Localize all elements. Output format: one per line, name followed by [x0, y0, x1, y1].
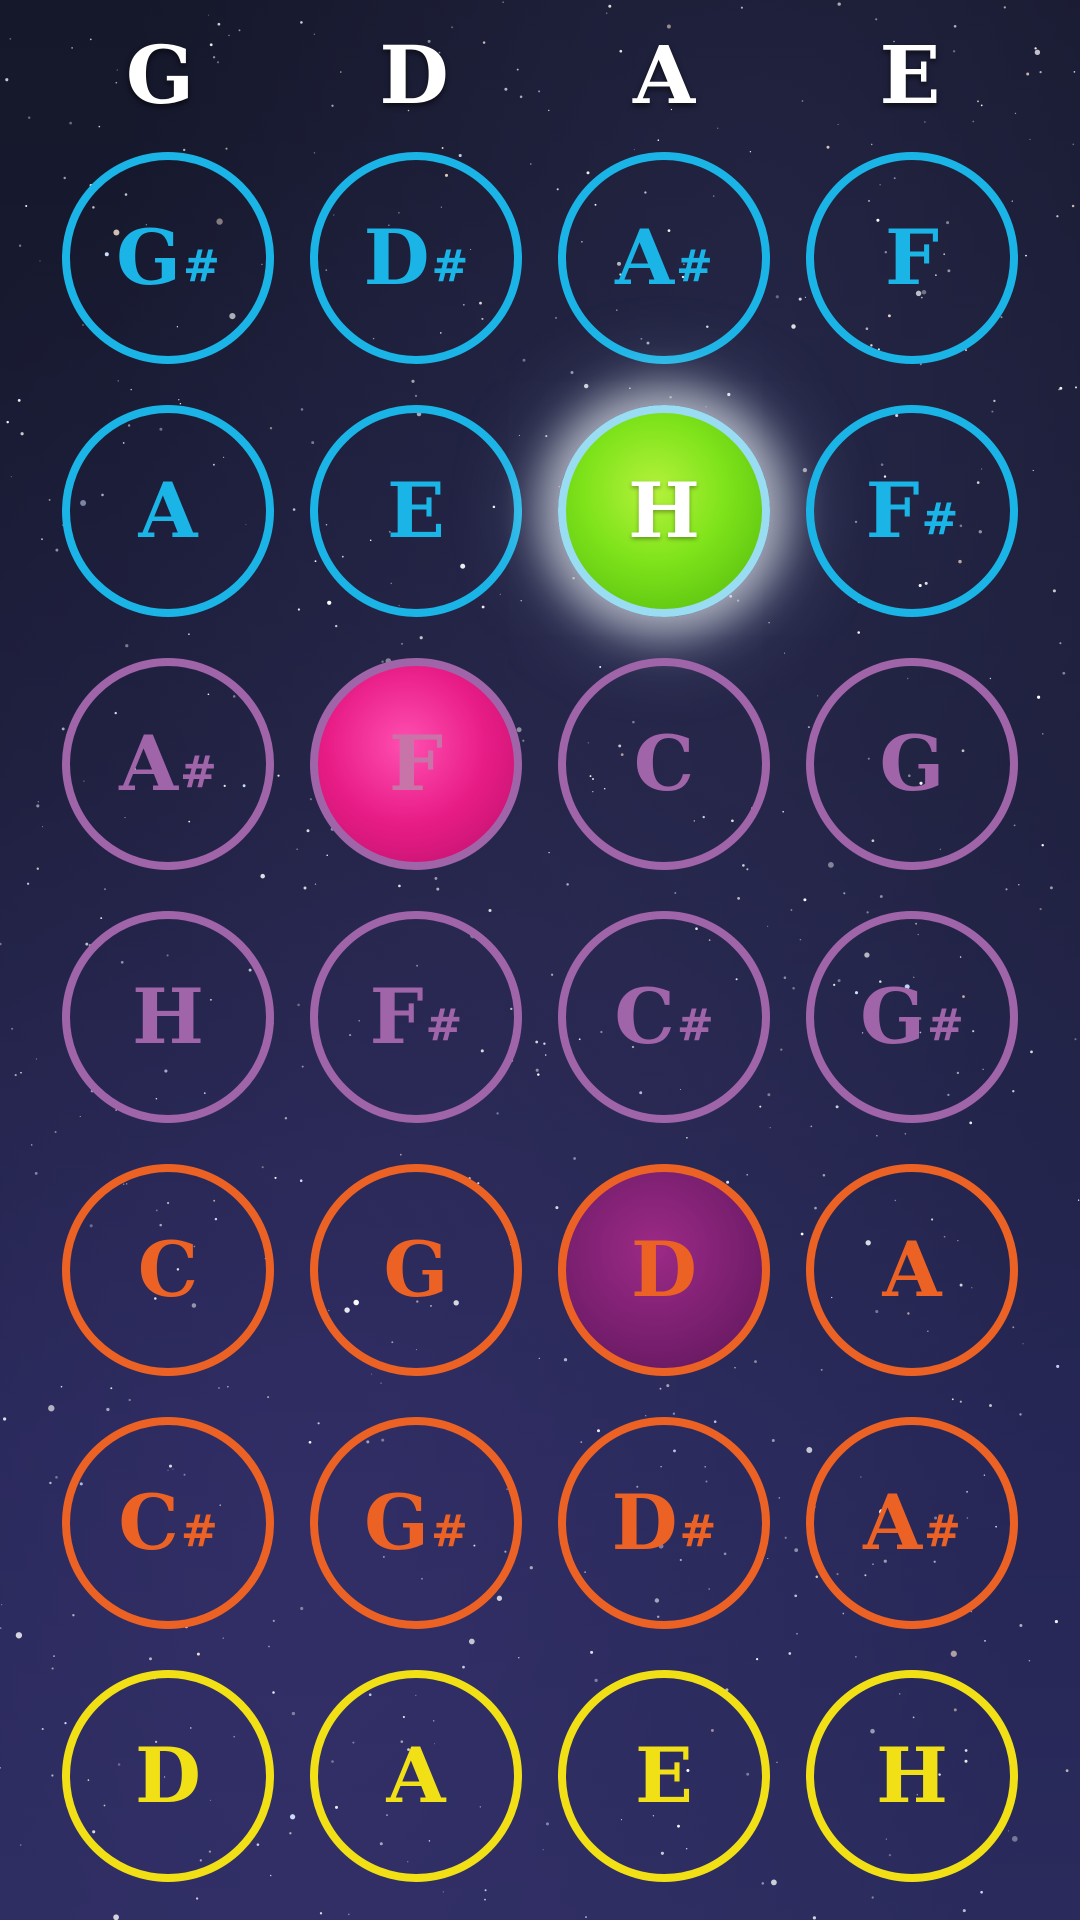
note-button-r6-g[interactable]: C # — [62, 1417, 274, 1629]
fretboard-grid: G # D # A # F A E H F # A # F C G H F # C # G # C G D A C # G # D # A # D A E H — [0, 0, 1080, 1920]
note-button-r2-g[interactable]: A — [62, 405, 274, 617]
note-label: D — [135, 1738, 201, 1814]
note-name: G — [364, 1478, 430, 1567]
note-label: E — [387, 473, 445, 549]
note-button-r3-d[interactable]: F — [310, 658, 522, 870]
note-label: F # — [370, 979, 463, 1055]
note-label: A # — [863, 1485, 961, 1561]
note-button-r2-e[interactable]: F # — [806, 405, 1018, 617]
sharp-sign: # — [183, 241, 220, 292]
note-label: D — [631, 1232, 697, 1308]
note-label: H — [876, 1738, 948, 1814]
note-name: G — [116, 213, 182, 302]
note-name: A — [119, 719, 179, 808]
note-name: F — [369, 972, 424, 1061]
note-label: G — [880, 726, 945, 802]
note-name: G — [879, 719, 945, 808]
note-button-r4-g[interactable]: H — [62, 911, 274, 1123]
note-button-r1-g[interactable]: G # — [62, 152, 274, 364]
note-name: C — [614, 972, 675, 1061]
sharp-sign: # — [180, 747, 217, 798]
note-label: G # — [860, 979, 964, 1055]
sharp-sign: # — [431, 241, 469, 292]
note-label: E — [635, 1738, 693, 1814]
note-button-r1-a[interactable]: A # — [558, 152, 770, 364]
note-label: G # — [116, 220, 220, 296]
sharp-sign: # — [431, 1506, 468, 1557]
note-label: A — [883, 1232, 942, 1308]
note-name: F — [885, 213, 939, 302]
note-button-r7-e[interactable]: H — [806, 1670, 1018, 1882]
note-name: A — [882, 1225, 942, 1314]
note-name: H — [628, 466, 700, 555]
note-name: D — [363, 213, 430, 302]
note-button-r5-d[interactable]: G — [310, 1164, 522, 1376]
note-button-r4-a[interactable]: C # — [558, 911, 770, 1123]
note-name: C — [118, 1478, 179, 1567]
note-label: D # — [364, 220, 469, 296]
note-button-r6-a[interactable]: D # — [558, 1417, 770, 1629]
sharp-sign: # — [924, 1506, 961, 1557]
note-label: C # — [614, 979, 713, 1055]
note-button-r5-e[interactable]: A — [806, 1164, 1018, 1376]
note-label: C # — [118, 1485, 217, 1561]
note-name: H — [132, 972, 204, 1061]
note-label: C — [138, 1232, 199, 1308]
note-name: E — [635, 1731, 693, 1820]
note-name: A — [138, 466, 198, 555]
note-name: F — [865, 466, 920, 555]
sharp-sign: # — [927, 1000, 964, 1051]
sharp-sign: # — [676, 241, 713, 292]
note-label: A — [139, 473, 198, 549]
note-name: E — [387, 466, 445, 555]
note-name: C — [137, 1225, 199, 1314]
note-name: G — [860, 972, 926, 1061]
note-name: A — [615, 213, 675, 302]
note-button-r1-e[interactable]: F — [806, 152, 1018, 364]
sharp-sign: # — [425, 1000, 463, 1051]
sharp-sign: # — [676, 1000, 714, 1051]
note-label: G — [384, 1232, 449, 1308]
note-button-r2-d[interactable]: E — [310, 405, 522, 617]
note-button-r3-a[interactable]: C — [558, 658, 770, 870]
note-button-r4-e[interactable]: G # — [806, 911, 1018, 1123]
note-label: F # — [866, 473, 959, 549]
note-label: H — [628, 473, 700, 549]
note-label: A # — [615, 220, 713, 296]
note-name: A — [386, 1731, 446, 1820]
note-name: G — [383, 1225, 449, 1314]
note-label: A # — [119, 726, 217, 802]
note-name: A — [863, 1478, 923, 1567]
note-label: C — [634, 726, 695, 802]
note-label: F — [885, 220, 939, 296]
sharp-sign: # — [921, 494, 959, 545]
note-name: H — [876, 1731, 948, 1820]
note-name: D — [135, 1731, 201, 1820]
note-button-r5-g[interactable]: C — [62, 1164, 274, 1376]
note-label: D # — [612, 1485, 717, 1561]
note-label: A — [387, 1738, 446, 1814]
note-name: D — [631, 1225, 697, 1314]
note-button-r7-a[interactable]: E — [558, 1670, 770, 1882]
note-button-r1-d[interactable]: D # — [310, 152, 522, 364]
note-button-r7-d[interactable]: A — [310, 1670, 522, 1882]
note-button-r2-a[interactable]: H — [558, 405, 770, 617]
note-button-r7-g[interactable]: D — [62, 1670, 274, 1882]
note-button-r6-d[interactable]: G # — [310, 1417, 522, 1629]
note-button-r5-a[interactable]: D — [558, 1164, 770, 1376]
note-label: H — [132, 979, 204, 1055]
note-button-r3-e[interactable]: G — [806, 658, 1018, 870]
note-name: C — [633, 719, 695, 808]
sharp-sign: # — [180, 1506, 218, 1557]
note-button-r6-e[interactable]: A # — [806, 1417, 1018, 1629]
note-label: G # — [364, 1485, 468, 1561]
note-button-r3-g[interactable]: A # — [62, 658, 274, 870]
note-name: F — [389, 719, 443, 808]
note-name: D — [611, 1478, 678, 1567]
note-button-r4-d[interactable]: F # — [310, 911, 522, 1123]
sharp-sign: # — [679, 1506, 717, 1557]
note-label: F — [389, 726, 443, 802]
